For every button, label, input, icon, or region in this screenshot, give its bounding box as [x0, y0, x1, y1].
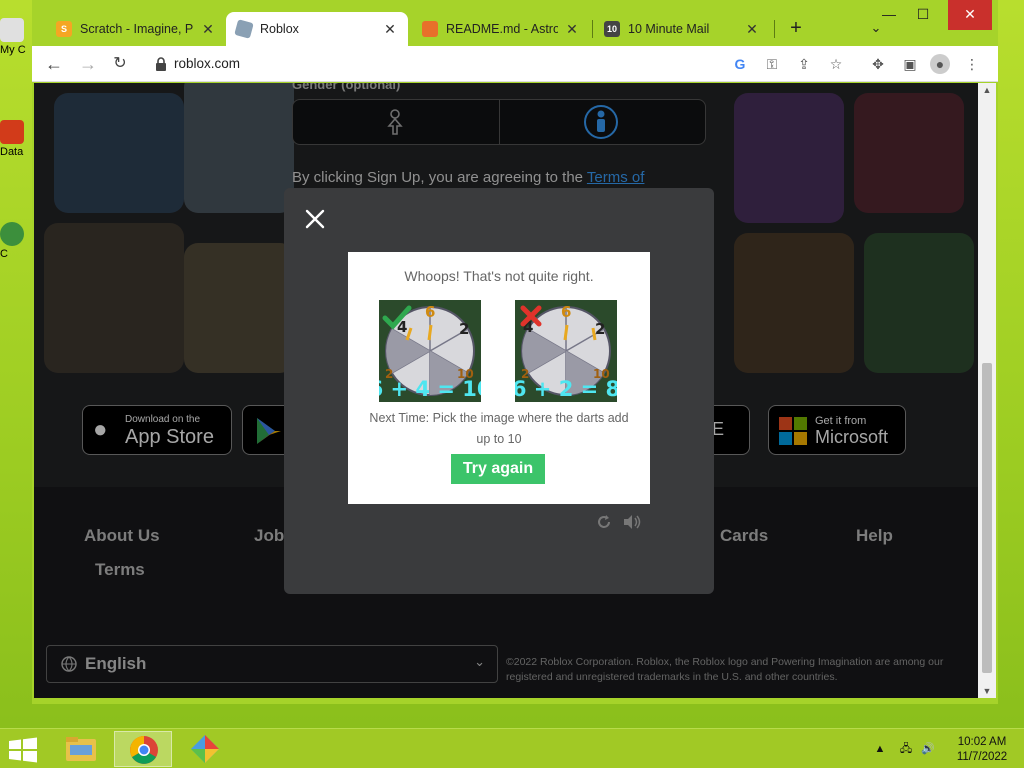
tab-10-minute-mail[interactable]: 10 10 Minute Mail ✕: [594, 12, 770, 46]
share-icon[interactable]: ⇪: [794, 54, 814, 74]
captcha-hint: Next Time: Pick the image where the dart…: [369, 411, 629, 446]
key-icon[interactable]: ⚿: [762, 54, 782, 74]
clock-date: 11/7/2022: [956, 751, 1008, 763]
close-icon[interactable]: ✕: [200, 21, 216, 38]
desktop-icon-label: My C: [0, 44, 26, 56]
folder-icon: [66, 737, 96, 761]
captcha-equation: 6 + 2 = 8: [515, 377, 617, 401]
close-icon[interactable]: ✕: [382, 21, 398, 38]
url-text: roblox.com: [174, 56, 241, 71]
forward-arrow-icon[interactable]: →: [76, 52, 100, 76]
tab-separator: [774, 20, 775, 38]
tab-title: Scratch - Imagine, Pro: [80, 22, 194, 36]
dart-label: 2: [459, 320, 469, 338]
volume-icon[interactable]: 🔊: [920, 741, 936, 757]
new-tab-button[interactable]: +: [784, 16, 808, 40]
close-window-button[interactable]: ✕: [948, 0, 992, 30]
lock-icon[interactable]: [154, 56, 168, 72]
extensions-puzzle-icon[interactable]: ✥: [868, 54, 888, 74]
page-scrollbar[interactable]: ▲ ▼: [978, 83, 996, 698]
desktop-icon-label: C: [0, 248, 8, 260]
taskbar: ▲ 🖧 🔊 10:02 AM 11/7/2022: [0, 728, 1024, 768]
tab-roblox[interactable]: Roblox ✕: [226, 12, 408, 46]
address-bar[interactable]: roblox.com G ⚿ ⇪ ☆: [142, 50, 902, 78]
chrome-icon: [130, 736, 158, 764]
system-clock[interactable]: 10:02 AM 11/7/2022: [944, 735, 1020, 765]
google-translate-icon[interactable]: G: [730, 54, 750, 74]
dart-label: 6: [561, 303, 571, 321]
tab-readme[interactable]: README.md - AstroBl ✕: [412, 12, 590, 46]
taskbar-chrome[interactable]: [114, 731, 172, 767]
roblox-favicon-icon: [234, 19, 254, 39]
tab-separator: [592, 20, 593, 38]
scroll-up-arrow-icon[interactable]: ▲: [978, 83, 996, 97]
tab-title: 10 Minute Mail: [628, 22, 710, 36]
ten-minute-mail-favicon-icon: 10: [604, 21, 620, 37]
clock-time: 10:02 AM: [957, 736, 1007, 748]
scratch-favicon-icon: S: [56, 21, 72, 37]
tab-title: Roblox: [260, 22, 299, 36]
tab-title: README.md - AstroBl: [446, 22, 558, 36]
reload-icon[interactable]: ↻: [108, 52, 132, 76]
colorful-diamond-icon: [191, 735, 219, 763]
dart-label: 2: [595, 320, 605, 338]
scrollbar-thumb[interactable]: [982, 363, 992, 673]
try-again-button[interactable]: Try again: [451, 454, 545, 484]
computer-icon: [0, 18, 24, 42]
chrome-icon: [0, 222, 24, 246]
tab-strip: S Scratch - Imagine, Pro ✕ Roblox ✕ READ…: [32, 0, 998, 46]
captcha-equation: 6 + 4 = 10: [379, 377, 481, 401]
profile-avatar-icon[interactable]: ●: [930, 54, 950, 74]
captcha-image-correct[interactable]: 4 6 2 2 10 6 + 4 = 10: [379, 300, 481, 402]
dart-label: 6: [425, 303, 435, 321]
captcha-title: Whoops! That's not quite right.: [404, 268, 594, 284]
page-viewport: Gender (optional) By clicking Sign Up, y…: [34, 83, 978, 698]
taskbar-file-explorer[interactable]: [52, 731, 110, 767]
data-icon: [0, 120, 24, 144]
desktop-icon-chrome[interactable]: C: [0, 222, 30, 268]
desktop-icon-label: Data: [0, 146, 24, 158]
captcha-image-wrong[interactable]: 4 6 2 2 10 6 + 2 = 8: [515, 300, 617, 402]
close-icon[interactable]: ✕: [564, 21, 580, 38]
tab-scratch[interactable]: S Scratch - Imagine, Pro ✕: [46, 12, 226, 46]
desktop-icon-my-computer[interactable]: My C: [0, 18, 30, 64]
close-icon[interactable]: ✕: [744, 21, 760, 38]
close-icon[interactable]: [302, 206, 328, 232]
maximize-button[interactable]: ☐: [906, 0, 940, 30]
git-favicon-icon: [422, 21, 438, 37]
captcha-panel: Whoops! That's not quite right. 4 6 2 2 …: [348, 252, 650, 504]
browser-toolbar: ← → ↻ roblox.com G ⚿ ⇪ ☆ ✥ ▣ ● ⋮: [32, 46, 998, 82]
windows-start-icon[interactable]: [8, 737, 38, 763]
desktop-icon-data[interactable]: Data: [0, 120, 30, 166]
taskbar-app[interactable]: [176, 731, 234, 767]
menu-kebab-icon[interactable]: ⋮: [962, 54, 982, 74]
browser-window: S Scratch - Imagine, Pro ✕ Roblox ✕ READ…: [32, 0, 998, 704]
back-arrow-icon[interactable]: ←: [42, 52, 66, 76]
show-hidden-icons-icon[interactable]: ▲: [872, 741, 888, 757]
scroll-down-arrow-icon[interactable]: ▼: [978, 684, 996, 698]
bookmark-star-icon[interactable]: ☆: [826, 54, 846, 74]
audio-speaker-icon[interactable]: [622, 514, 642, 530]
minimize-button[interactable]: —: [872, 0, 906, 30]
refresh-icon[interactable]: [594, 514, 614, 530]
side-panel-icon[interactable]: ▣: [900, 54, 920, 74]
network-icon[interactable]: 🖧: [898, 741, 914, 757]
captcha-modal: Whoops! That's not quite right. 4 6 2 2 …: [284, 188, 714, 594]
